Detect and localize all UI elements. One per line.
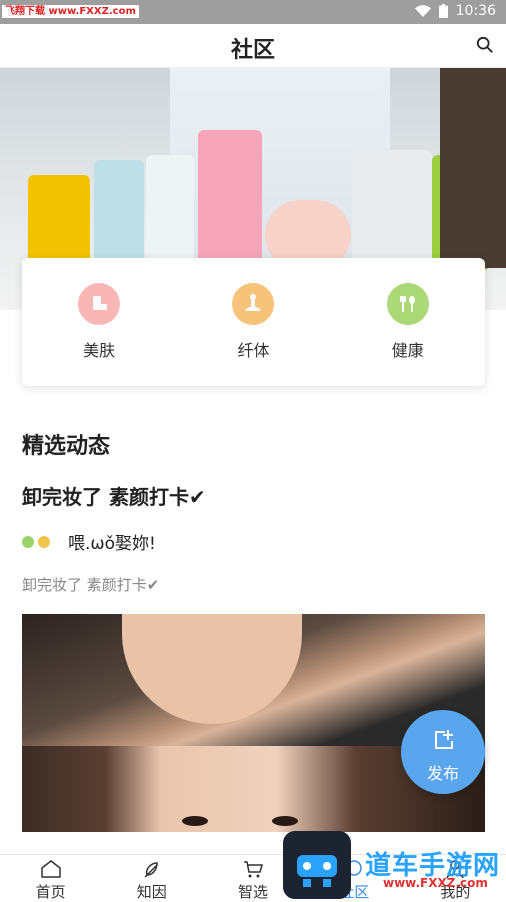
product-bottle	[28, 175, 90, 270]
battery-icon	[438, 4, 448, 18]
product-bottle	[94, 160, 144, 270]
background-post	[440, 68, 506, 268]
tab-label: 知因	[136, 883, 167, 901]
category-card: 美肤 纤体 健康	[22, 258, 485, 386]
username: 喂.ωǒ娶妳!	[68, 534, 156, 554]
product-bottle	[146, 155, 194, 270]
status-bar: 飞翔下载 www.FXXZ.com 10:36	[0, 0, 506, 24]
tab-label: 首页	[35, 883, 66, 901]
category-slimming[interactable]: 纤体	[193, 283, 313, 361]
skincare-icon	[78, 283, 121, 325]
category-label: 健康	[391, 341, 424, 360]
cart-icon	[244, 861, 263, 878]
category-label: 纤体	[237, 341, 270, 360]
clock: 10:36	[455, 3, 496, 19]
publish-label: 发布	[426, 764, 459, 783]
section-title: 精选动态	[22, 434, 111, 459]
post-title[interactable]: 卸完妆了 素颜打卡✔	[22, 481, 206, 510]
watermark-label: 飞翔下载 www.FXXZ.com	[2, 5, 139, 18]
product-bottle	[198, 130, 262, 270]
photo-eye	[272, 816, 298, 826]
photo-eye	[182, 816, 208, 826]
post-content: 卸完妆了 素颜打卡✔	[22, 576, 160, 594]
category-label: 美肤	[83, 341, 116, 360]
watermark-url: www.FXXZ.com	[383, 876, 488, 890]
publish-button[interactable]: 发布	[401, 710, 485, 794]
tab-home[interactable]: 首页	[0, 855, 101, 901]
avatar[interactable]	[22, 531, 60, 553]
search-icon[interactable]	[476, 36, 494, 54]
product-bottle	[352, 150, 432, 270]
tab-knowledge[interactable]: 知因	[101, 855, 202, 901]
fork-spoon-icon	[386, 283, 429, 325]
page-title: 社区	[230, 38, 275, 63]
wifi-icon	[414, 5, 431, 17]
tab-label: 智选	[238, 883, 269, 901]
category-skincare[interactable]: 美肤	[39, 283, 159, 361]
post-author[interactable]: 喂.ωǒ娶妳!	[22, 529, 156, 554]
watermark-logo	[283, 831, 351, 899]
yoga-icon	[232, 283, 275, 325]
home-icon	[40, 860, 61, 878]
category-health[interactable]: 健康	[348, 283, 468, 361]
publish-icon	[435, 730, 453, 749]
top-header: 社区	[0, 24, 506, 68]
knowledge-icon	[144, 862, 158, 878]
